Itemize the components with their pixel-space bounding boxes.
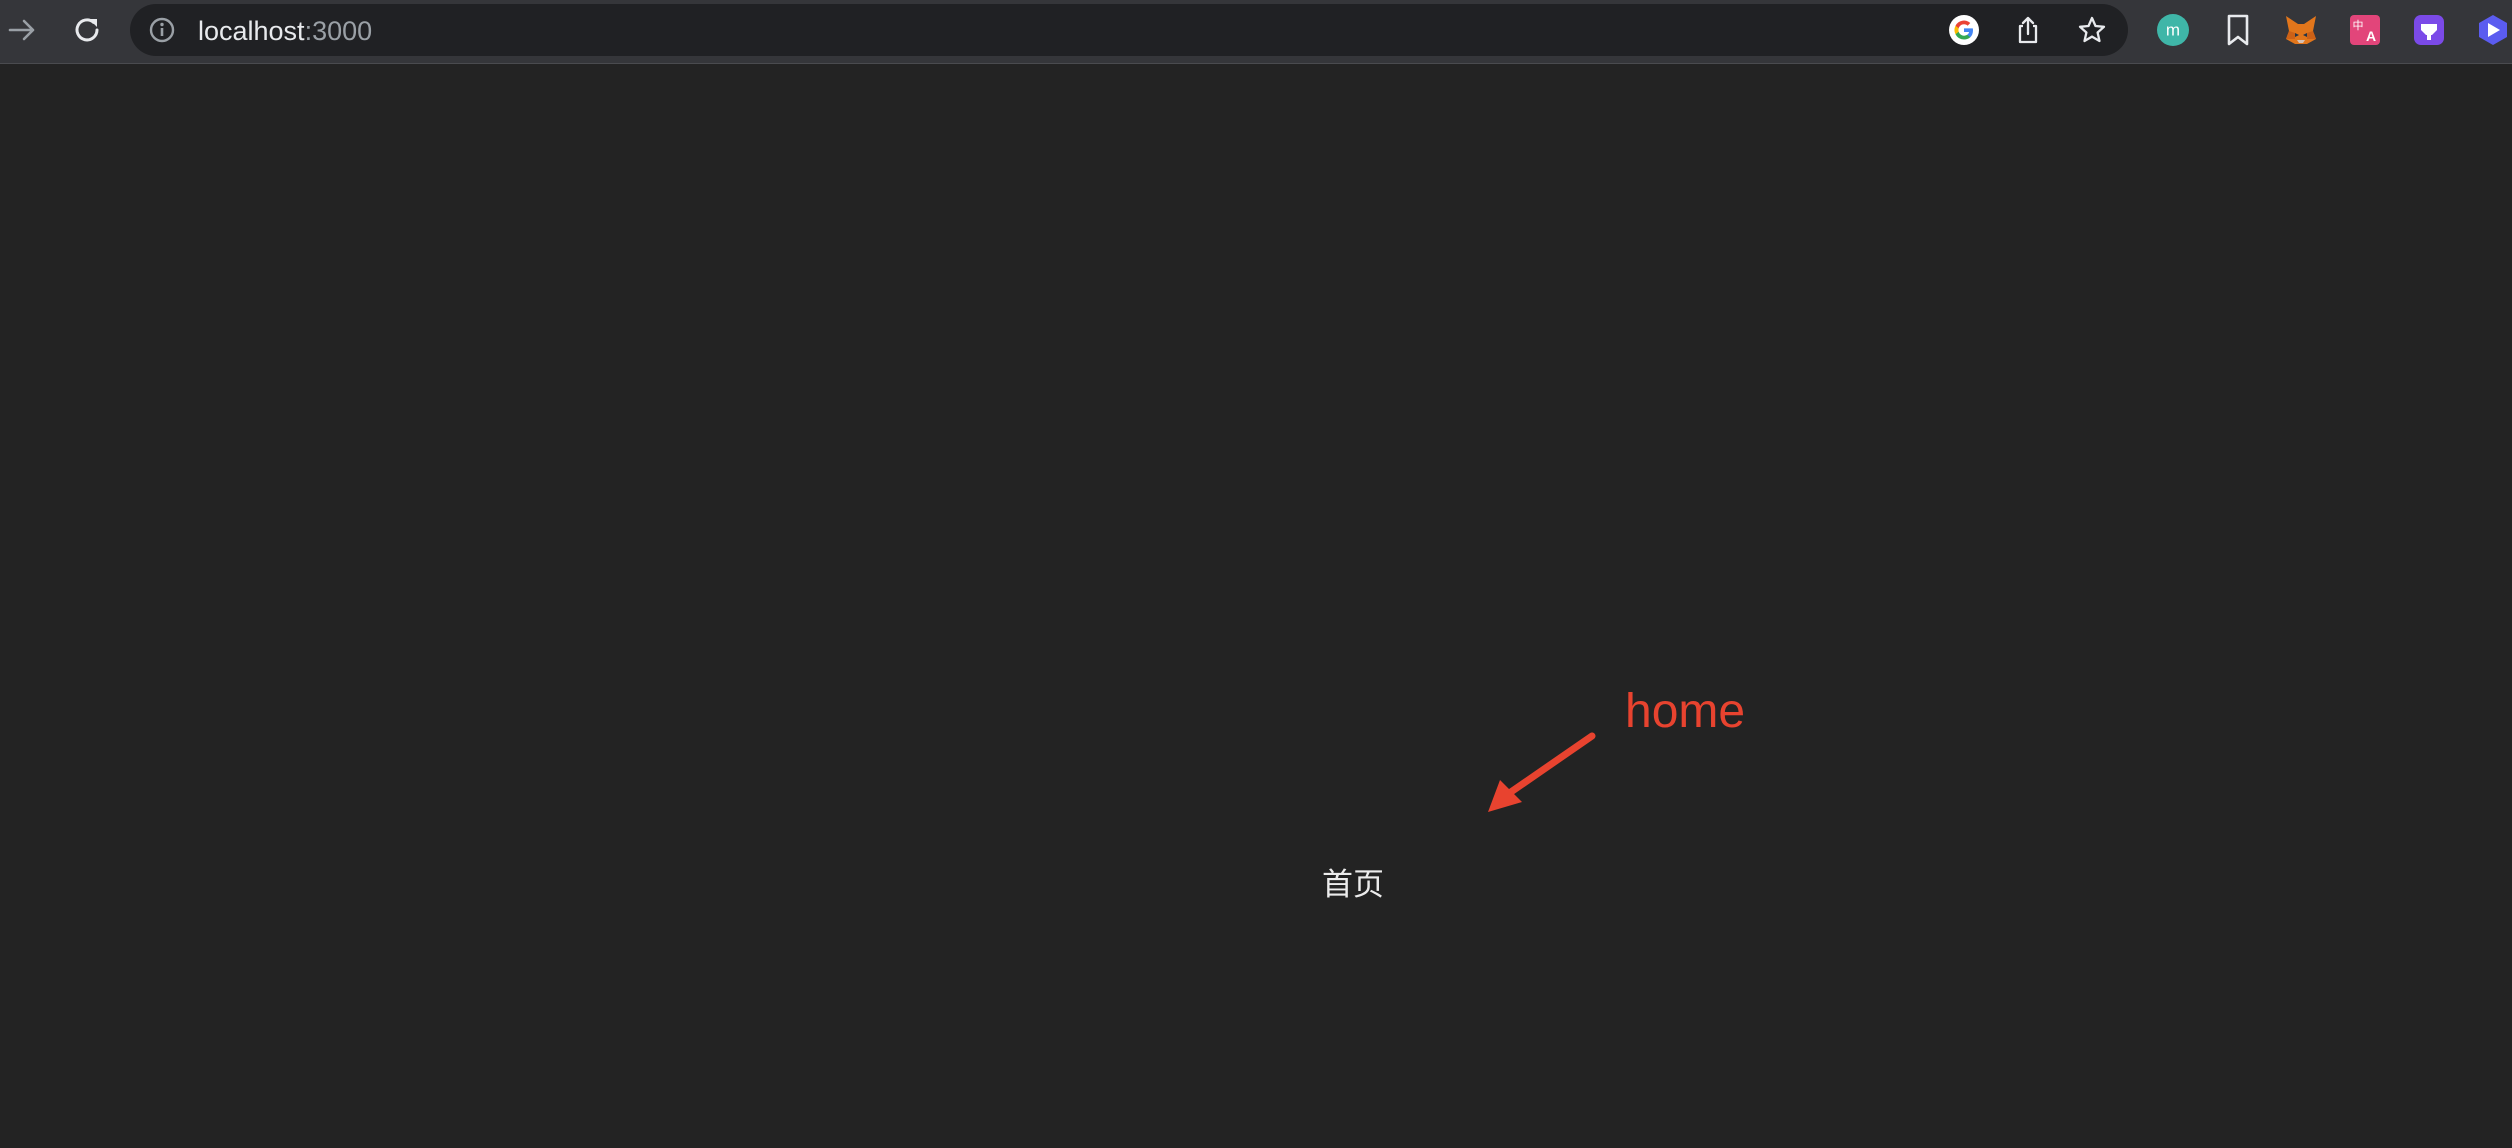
- star-icon: [2078, 16, 2106, 43]
- share-icon: [2018, 16, 2038, 44]
- address-bar[interactable]: localhost:3000: [130, 4, 2128, 56]
- metamask-fox-icon: [2286, 16, 2316, 44]
- share-button[interactable]: [2012, 14, 2044, 46]
- blue-extension-button[interactable]: [2475, 12, 2511, 48]
- arrow-right-icon: [8, 19, 35, 41]
- svg-text:A: A: [2366, 28, 2376, 44]
- svg-text:m: m: [2166, 21, 2180, 40]
- blue-extension-icon: [2479, 15, 2507, 45]
- bookmark-icon: [2227, 14, 2249, 46]
- url-host: localhost: [198, 16, 305, 46]
- purple-extension-button[interactable]: [2411, 12, 2447, 48]
- metamask-extension-button[interactable]: [2283, 12, 2319, 48]
- reload-button[interactable]: [65, 8, 109, 52]
- reload-icon: [75, 18, 99, 42]
- google-g-icon: [1949, 15, 1979, 45]
- bookmarks-extension-button[interactable]: [2220, 12, 2256, 48]
- google-lens-button[interactable]: [1948, 14, 1980, 46]
- url-port: :3000: [304, 16, 373, 46]
- forward-button[interactable]: [0, 8, 44, 52]
- home-link[interactable]: 首页: [1322, 865, 1384, 905]
- bookmark-star-button[interactable]: [2076, 14, 2108, 46]
- info-icon[interactable]: [148, 16, 176, 44]
- translate-extension-button[interactable]: 中 A: [2347, 12, 2383, 48]
- svg-text:中: 中: [2353, 19, 2364, 32]
- browser-toolbar: localhost:3000 m 中 A: [0, 0, 2512, 64]
- m-extension-icon: m: [2157, 14, 2189, 46]
- annotation-arrow-icon: [1488, 732, 1596, 812]
- url-text[interactable]: localhost:3000: [198, 16, 372, 46]
- annotation-label: home: [1625, 685, 1746, 738]
- page-content: [0, 64, 2512, 1148]
- m-extension-button[interactable]: m: [2155, 12, 2191, 48]
- translate-icon: 中 A: [2350, 15, 2380, 45]
- purple-extension-icon: [2414, 15, 2444, 45]
